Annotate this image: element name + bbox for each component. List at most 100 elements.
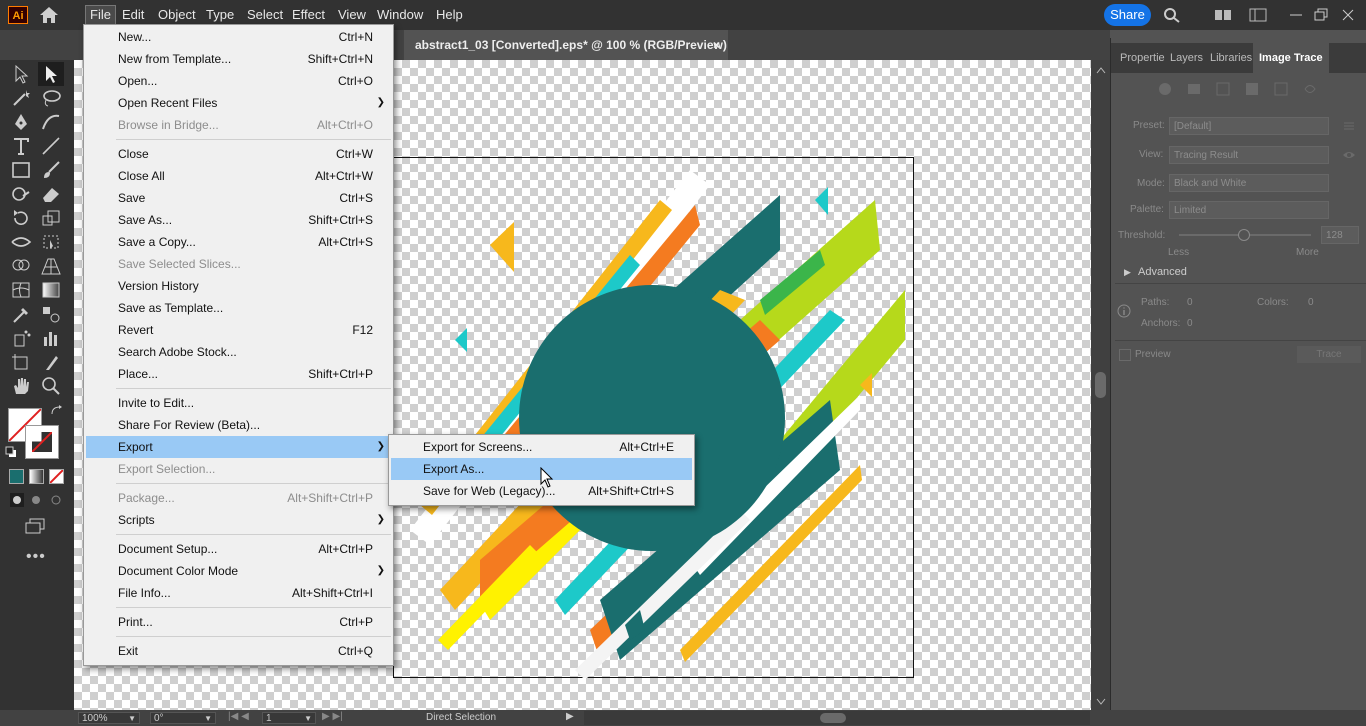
close-icon[interactable] bbox=[1339, 7, 1357, 23]
curvature-tool-icon[interactable] bbox=[40, 112, 62, 132]
gradient-tool-icon[interactable] bbox=[40, 280, 62, 300]
menu-help[interactable]: Help bbox=[432, 5, 467, 25]
menu-item-exit[interactable]: Exit Ctrl+Q bbox=[86, 640, 391, 662]
menu-edit[interactable]: Edit bbox=[118, 5, 148, 25]
tab-layers[interactable]: Layers bbox=[1170, 43, 1203, 73]
menu-item-save[interactable]: Save Ctrl+S bbox=[86, 187, 391, 209]
menu-item-revert[interactable]: Revert F12 bbox=[86, 319, 391, 341]
shaper-tool-icon[interactable] bbox=[10, 184, 32, 204]
menu-item-close[interactable]: Close Ctrl+W bbox=[86, 143, 391, 165]
artboard-nav-next-icons[interactable]: ▶ ▶| bbox=[322, 711, 343, 722]
magic-wand-tool-icon[interactable] bbox=[10, 88, 32, 108]
tab-libraries[interactable]: Libraries bbox=[1210, 43, 1252, 73]
vertical-scrollbar[interactable] bbox=[1091, 60, 1110, 710]
view-select[interactable]: Tracing Result bbox=[1169, 146, 1329, 164]
menu-item-open-recent[interactable]: Open Recent Files ❯ bbox=[86, 92, 391, 114]
default-fill-stroke-icon[interactable] bbox=[5, 446, 17, 458]
lasso-tool-icon[interactable] bbox=[40, 88, 62, 108]
more-tools-icon[interactable]: ••• bbox=[26, 548, 46, 566]
width-tool-icon[interactable] bbox=[10, 232, 32, 252]
artboard-tool-icon[interactable] bbox=[10, 352, 32, 372]
draw-modes-icon[interactable] bbox=[8, 492, 64, 508]
menu-view[interactable]: View bbox=[334, 5, 370, 25]
menu-effect[interactable]: Effect bbox=[288, 5, 329, 25]
menu-item-export-screens[interactable]: Export for Screens... Alt+Ctrl+E bbox=[391, 436, 692, 458]
shape-builder-tool-icon[interactable] bbox=[10, 256, 32, 276]
trace-preset-icons[interactable] bbox=[1125, 80, 1345, 98]
document-tab[interactable]: abstract1_03 [Converted].eps* @ 100 % (R… bbox=[404, 30, 728, 60]
trace-button[interactable]: Trace bbox=[1297, 346, 1361, 363]
scroll-up-icon[interactable] bbox=[1096, 66, 1106, 74]
eraser-tool-icon[interactable] bbox=[40, 184, 62, 204]
scale-tool-icon[interactable] bbox=[40, 208, 62, 228]
menu-type[interactable]: Type bbox=[202, 5, 238, 25]
mode-select[interactable]: Black and White bbox=[1169, 174, 1329, 192]
scroll-thumb[interactable] bbox=[1095, 372, 1106, 398]
share-button[interactable]: Share bbox=[1104, 4, 1151, 26]
zoom-select[interactable]: 100% ▼ bbox=[78, 712, 140, 724]
menu-object[interactable]: Object bbox=[154, 5, 200, 25]
menu-select[interactable]: Select bbox=[243, 5, 287, 25]
perspective-grid-tool-icon[interactable] bbox=[40, 256, 62, 276]
menu-item-version-history[interactable]: Version History bbox=[86, 275, 391, 297]
menu-item-place[interactable]: Place... Shift+Ctrl+P bbox=[86, 363, 391, 385]
advanced-toggle[interactable]: ▶ Advanced bbox=[1124, 266, 1187, 278]
pen-tool-icon[interactable] bbox=[10, 112, 32, 132]
screen-mode-icon[interactable] bbox=[24, 518, 48, 534]
rectangle-tool-icon[interactable] bbox=[10, 160, 32, 180]
preview-checkbox[interactable] bbox=[1119, 349, 1131, 361]
menu-item-export[interactable]: Export ❯ bbox=[86, 436, 391, 458]
tab-close-icon[interactable]: × bbox=[713, 30, 720, 60]
mesh-tool-icon[interactable] bbox=[10, 280, 32, 300]
swap-fill-stroke-icon[interactable] bbox=[50, 404, 64, 418]
hscroll-thumb[interactable] bbox=[820, 713, 846, 723]
threshold-slider-thumb[interactable] bbox=[1238, 229, 1250, 241]
menu-item-document-setup[interactable]: Document Setup... Alt+Ctrl+P bbox=[86, 538, 391, 560]
blend-tool-icon[interactable] bbox=[40, 304, 62, 324]
selection-tool-icon[interactable] bbox=[10, 64, 32, 84]
search-icon[interactable] bbox=[1163, 7, 1181, 23]
slice-tool-icon[interactable] bbox=[40, 352, 62, 372]
gradient-mode-button[interactable] bbox=[29, 469, 44, 484]
threshold-input[interactable]: 128 bbox=[1321, 226, 1359, 244]
free-transform-tool-icon[interactable] bbox=[40, 232, 62, 252]
column-graph-tool-icon[interactable] bbox=[40, 328, 62, 348]
menu-item-new[interactable]: New... Ctrl+N bbox=[86, 26, 391, 48]
menu-item-save-template[interactable]: Save as Template... bbox=[86, 297, 391, 319]
home-icon[interactable] bbox=[38, 6, 60, 24]
restore-icon[interactable] bbox=[1312, 7, 1330, 23]
palette-select[interactable]: Limited bbox=[1169, 201, 1329, 219]
direct-selection-tool-icon[interactable] bbox=[40, 64, 62, 84]
menu-item-print[interactable]: Print... Ctrl+P bbox=[86, 611, 391, 633]
menu-item-document-color-mode[interactable]: Document Color Mode ❯ bbox=[86, 560, 391, 582]
preset-select[interactable]: [Default] bbox=[1169, 117, 1329, 135]
line-tool-icon[interactable] bbox=[40, 136, 62, 156]
horizontal-scrollbar[interactable] bbox=[584, 711, 1090, 725]
symbol-sprayer-tool-icon[interactable] bbox=[10, 328, 32, 348]
menu-item-open[interactable]: Open... Ctrl+O bbox=[86, 70, 391, 92]
menu-item-save-copy[interactable]: Save a Copy... Alt+Ctrl+S bbox=[86, 231, 391, 253]
status-menu-arrow-icon[interactable]: ▶ bbox=[566, 711, 574, 722]
menu-item-file-info[interactable]: File Info... Alt+Shift+Ctrl+I bbox=[86, 582, 391, 604]
menu-item-new-from-template[interactable]: New from Template... Shift+Ctrl+N bbox=[86, 48, 391, 70]
hand-tool-icon[interactable] bbox=[10, 376, 32, 396]
scroll-down-icon[interactable] bbox=[1096, 698, 1106, 706]
menu-item-scripts[interactable]: Scripts ❯ bbox=[86, 509, 391, 531]
zoom-tool-icon[interactable] bbox=[40, 376, 62, 396]
eye-icon[interactable] bbox=[1342, 150, 1356, 160]
paintbrush-tool-icon[interactable] bbox=[40, 160, 62, 180]
menu-file[interactable]: File bbox=[85, 5, 116, 25]
rotation-select[interactable]: 0° ▼ bbox=[150, 712, 216, 724]
eyedropper-tool-icon[interactable] bbox=[10, 304, 32, 324]
menu-item-search-stock[interactable]: Search Adobe Stock... bbox=[86, 341, 391, 363]
artboard-nav-prev-icons[interactable]: |◀ ◀ bbox=[228, 711, 249, 722]
rotate-tool-icon[interactable] bbox=[10, 208, 32, 228]
workspace-icon[interactable] bbox=[1249, 7, 1267, 23]
artboard-select[interactable]: 1 ▼ bbox=[262, 712, 316, 724]
type-tool-icon[interactable] bbox=[10, 136, 32, 156]
arrange-documents-icon[interactable] bbox=[1214, 7, 1232, 23]
abstract-artwork[interactable] bbox=[393, 157, 914, 678]
minimize-icon[interactable] bbox=[1287, 7, 1305, 23]
stroke-swatch[interactable] bbox=[25, 425, 59, 459]
menu-item-invite-edit[interactable]: Invite to Edit... bbox=[86, 392, 391, 414]
